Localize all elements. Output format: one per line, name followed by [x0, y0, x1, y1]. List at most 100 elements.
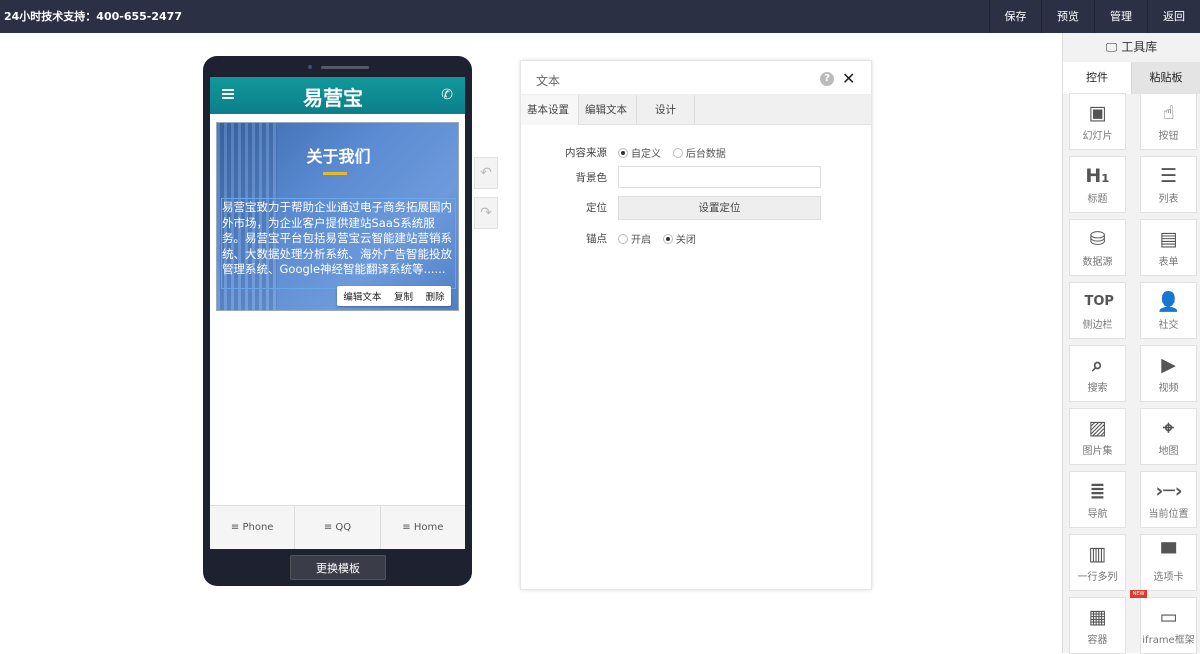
set-position-button[interactable]: 设置定位	[618, 196, 821, 220]
tool-breadcrumb[interactable]: ›─› 当前位置	[1140, 471, 1197, 528]
radio-backend-data[interactable]: 后台数据	[672, 145, 726, 160]
tool-form[interactable]: ▤ 表单	[1140, 219, 1197, 276]
top-icon: TOP	[1084, 294, 1114, 309]
tab-design[interactable]: 设计	[637, 95, 695, 125]
back-button[interactable]: 返回	[1147, 0, 1200, 33]
tool-columns[interactable]: ▥ 一行多列	[1069, 534, 1126, 591]
tab-clipboard[interactable]: 粘贴板	[1131, 62, 1200, 94]
video-icon: ▶	[1161, 354, 1176, 376]
position-label: 定位	[586, 202, 607, 214]
tool-nav-list[interactable]: ≣ 导航	[1069, 471, 1126, 528]
tab-edit-text[interactable]: 编辑文本	[579, 95, 637, 125]
tab-controls[interactable]: 控件	[1063, 62, 1131, 94]
undo-icon[interactable]: ↶	[474, 157, 498, 189]
background-color-row: 背景色	[521, 166, 873, 188]
tool-label: 社交	[1158, 320, 1179, 331]
tool-label: 一行多列	[1077, 572, 1118, 583]
panel-title: 文本	[536, 74, 561, 88]
pointer-hand-icon: ☝	[1162, 102, 1175, 124]
tool-tabs[interactable]: ▀ 选项卡	[1140, 534, 1197, 591]
redo-icon[interactable]: ↷	[474, 197, 498, 229]
heading-icon: H₁	[1085, 165, 1110, 187]
tool-add-user[interactable]: 👤 社交	[1140, 282, 1197, 339]
tool-slideshow[interactable]: ▣ 幻灯片	[1069, 93, 1126, 150]
manage-button[interactable]: 管理	[1094, 0, 1147, 33]
preview-button[interactable]: 预览	[1041, 0, 1094, 33]
tool-label: 侧边栏	[1082, 320, 1113, 331]
tool-label: 标题	[1087, 194, 1108, 205]
camera-dot	[308, 65, 312, 69]
toolbox-panel: 🖵 工具库 控件 粘贴板 ▣ 幻灯片 ☝ 按钮 H₁ 标题 ☰ 列表 ⛁ 数据源 ▤ 表单 TOP 侧边栏…	[1062, 33, 1200, 654]
map-icon: ⌖	[1163, 417, 1174, 439]
position-row: 定位 设置定位	[521, 196, 873, 220]
search-icon: ⌕	[1092, 354, 1103, 376]
breadcrumb-icon: ›─›	[1155, 480, 1183, 502]
title-underline	[323, 172, 347, 175]
tool-label: 选项卡	[1153, 572, 1184, 583]
slideshow-icon: ▣	[1088, 102, 1107, 124]
form-icon: ▤	[1159, 228, 1178, 250]
tab-basic-settings[interactable]: 基本设置	[521, 95, 579, 125]
content-source-label: 内容来源	[565, 147, 607, 159]
top-actions: 保存 预览 管理 返回	[989, 0, 1200, 33]
tool-label: 地图	[1158, 446, 1179, 457]
text-settings-panel: 文本 ? ✕ 基本设置 编辑文本 设计 内容来源 自定义 后台数据 背景色 定位…	[520, 60, 872, 590]
panel-tabs: 基本设置 编辑文本 设计	[521, 95, 871, 125]
tool-label: 表单	[1158, 257, 1179, 268]
tool-label: 容器	[1087, 635, 1108, 646]
tool-label: 列表	[1158, 194, 1179, 205]
close-icon[interactable]: ✕	[842, 69, 855, 88]
tool-label: 按钮	[1158, 131, 1179, 142]
anchor-row: 锚点 开启 关闭	[521, 227, 873, 249]
radio-empty-icon	[618, 233, 628, 244]
tool-video[interactable]: ▶ 视频	[1140, 345, 1197, 402]
footer-item-home[interactable]: ≡ Home	[381, 506, 465, 549]
support-hotline: 24小时技术支持：400-655-2477	[4, 10, 182, 23]
delete-action[interactable]: 删除	[426, 289, 445, 303]
radio-custom[interactable]: 自定义	[618, 145, 661, 160]
tool-label: iframe框架	[1142, 635, 1195, 646]
phone-call-icon[interactable]: ✆	[441, 87, 453, 103]
tool-top[interactable]: TOP 侧边栏	[1069, 282, 1126, 339]
tool-heading[interactable]: H₁ 标题	[1069, 156, 1126, 213]
tool-pointer-hand[interactable]: ☝ 按钮	[1140, 93, 1197, 150]
database-icon: ⛁	[1089, 228, 1106, 250]
tool-list[interactable]: ☰ 列表	[1140, 156, 1197, 213]
footer-nav: ≡ Phone ≡ QQ ≡ Home	[210, 505, 465, 549]
panel-header: 文本 ? ✕	[521, 61, 871, 95]
tool-database[interactable]: ⛁ 数据源	[1069, 219, 1126, 276]
tool-map[interactable]: ⌖ 地图	[1140, 408, 1197, 465]
anchor-label: 锚点	[586, 233, 607, 245]
app-header: 易营宝 ✆	[210, 77, 465, 114]
tool-label: 数据源	[1082, 257, 1113, 268]
edit-text-action[interactable]: 编辑文本	[343, 289, 381, 303]
tool-iframe[interactable]: ▭ iframe框架	[1140, 597, 1197, 654]
about-section[interactable]: 关于我们 易营宝致力于帮助企业通过电子商务拓展国内外市场，为企业客户提供建站Sa…	[216, 122, 459, 311]
phone-screen: 易营宝 ✆ 关于我们 易营宝致力于帮助企业通过电子商务拓展国内外市场，为企业客户…	[210, 77, 465, 549]
background-color-input[interactable]	[618, 166, 821, 188]
copy-action[interactable]: 复制	[394, 289, 413, 303]
footer-item-qq[interactable]: ≡ QQ	[295, 506, 381, 549]
content-source-row: 内容来源 自定义 后台数据	[521, 141, 873, 163]
toolbox-title: 工具库	[1121, 40, 1158, 54]
iframe-icon: ▭	[1159, 606, 1178, 628]
speaker-slot	[321, 66, 369, 69]
nav-list-icon: ≣	[1089, 480, 1106, 502]
hamburger-menu-icon[interactable]	[222, 89, 234, 99]
tool-label: 当前位置	[1148, 509, 1189, 520]
about-text[interactable]: 易营宝致力于帮助企业通过电子商务拓展国内外市场，为企业客户提供建站SaaS系统服…	[222, 200, 455, 278]
footer-item-phone[interactable]: ≡ Phone	[210, 506, 296, 549]
save-button[interactable]: 保存	[989, 0, 1041, 33]
tool-label: 导航	[1087, 509, 1108, 520]
top-bar: 24小时技术支持：400-655-2477 保存 预览 管理 返回	[0, 0, 1200, 33]
background-color-label: 背景色	[575, 172, 608, 184]
tool-gallery[interactable]: ▨ 图片集	[1069, 408, 1126, 465]
help-icon[interactable]: ?	[820, 72, 834, 86]
tool-label: 幻灯片	[1082, 131, 1113, 142]
radio-selected-icon	[618, 147, 628, 158]
radio-anchor-on[interactable]: 开启	[618, 231, 651, 246]
tool-container[interactable]: ▦ 容器	[1069, 597, 1126, 654]
change-template-button[interactable]: 更换模板	[290, 555, 386, 580]
radio-anchor-off[interactable]: 关闭	[662, 231, 696, 246]
tool-search[interactable]: ⌕ 搜索	[1069, 345, 1126, 402]
